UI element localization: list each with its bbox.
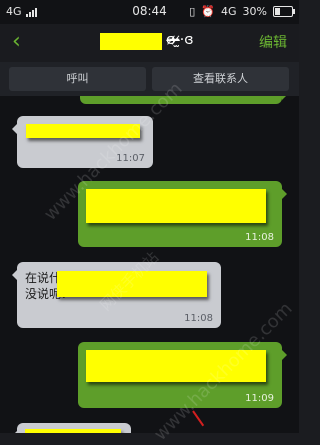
battery-fill <box>275 8 280 15</box>
battery-icon <box>273 6 295 17</box>
bubble-tail <box>12 124 17 134</box>
message-bubble-incoming-1[interactable]: 11:07 <box>12 116 153 168</box>
message-bubble-partial-bottom[interactable] <box>12 423 131 433</box>
message-time: 11:08 <box>245 232 274 243</box>
contact-name-suffix: ɞ̴̶̷·̴̶̷̫·ɞ <box>166 32 194 48</box>
redacted-message <box>86 350 266 382</box>
redacted-message <box>57 271 207 297</box>
status-right: ▯ ⏰ 4G 30% <box>189 5 295 18</box>
message-bubble-outgoing-1[interactable]: 11:08 <box>78 181 287 247</box>
message-bubble-incoming-2[interactable]: 在说什么时候? 没说呢? 11:08 <box>12 262 221 328</box>
status-bar: 4G 08:44 ▯ ⏰ 4G 30% <box>0 0 299 24</box>
bubble-tail <box>282 96 287 100</box>
view-contact-button[interactable]: 查看联系人 <box>152 67 289 91</box>
message-time: 11:09 <box>245 393 274 404</box>
chat-header: ‹ ɞ̴̶̷·̴̶̷̫·ɞ 编辑 <box>0 24 299 62</box>
vibrate-icon: ▯ <box>189 5 196 18</box>
message-bubble-outgoing-2[interactable]: 11:09 <box>78 342 287 408</box>
message-list[interactable]: 11:07 11:08 在说什么时候? 没说呢? 11:08 11:09 <box>0 96 299 433</box>
action-bar: 呼叫 查看联系人 <box>0 62 299 96</box>
alarm-icon: ⏰ <box>201 5 216 18</box>
contact-title: ɞ̴̶̷·̴̶̷̫·ɞ <box>100 31 250 53</box>
message-time: 11:07 <box>116 153 145 164</box>
battery-percent: 30% <box>242 5 267 18</box>
redacted-message <box>26 124 140 138</box>
bubble-tail <box>12 270 17 280</box>
edit-button[interactable]: 编辑 <box>259 32 287 52</box>
bubble-tail <box>282 189 287 199</box>
message-time: 11:08 <box>184 313 213 324</box>
network-type-right: 4G <box>221 5 237 18</box>
chevron-left-icon[interactable]: ‹ <box>12 30 21 54</box>
redacted-message <box>86 189 266 223</box>
call-button[interactable]: 呼叫 <box>9 67 146 91</box>
bubble-tail <box>282 350 287 360</box>
message-bubble-partial[interactable] <box>80 96 287 104</box>
redacted-message <box>25 429 121 433</box>
redacted-name <box>100 33 162 50</box>
